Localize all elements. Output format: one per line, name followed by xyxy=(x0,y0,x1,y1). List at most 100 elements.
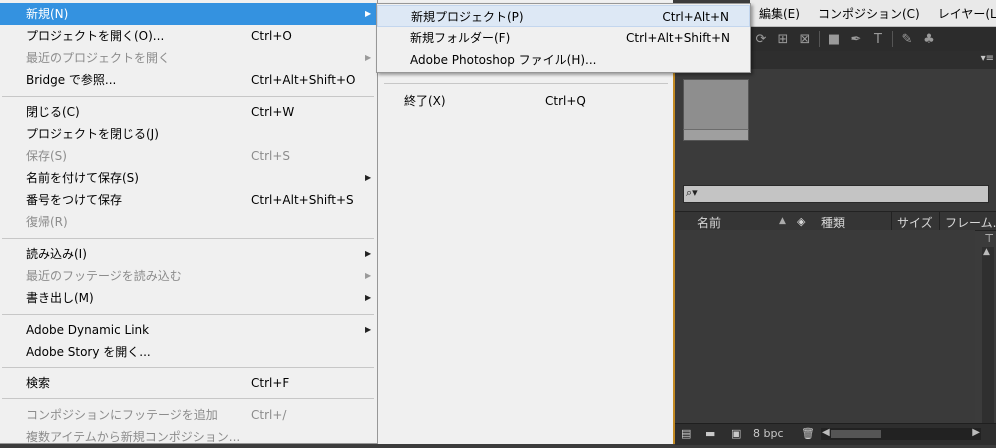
menu-item-shortcut: Ctrl+Alt+Shift+S xyxy=(251,193,354,207)
project-search-input[interactable]: ⌕▾ xyxy=(683,185,989,203)
interpret-footage-icon[interactable]: ▤ xyxy=(681,427,691,440)
menu-item-open-recent-project[interactable]: 最近のプロジェクトを開く ▶ xyxy=(0,47,376,69)
menu-item-shortcut: Ctrl+F xyxy=(251,376,290,390)
project-item-list[interactable] xyxy=(675,230,975,422)
pan-icon[interactable]: ⊠ xyxy=(794,32,816,47)
menu-item-label: 新規プロジェクト(P) xyxy=(411,10,524,24)
panel-menu-icon[interactable]: ▾≡ xyxy=(981,53,994,64)
menu-edit[interactable]: 編集(E) xyxy=(750,5,809,22)
menu-item-browse-in-bridge[interactable]: Bridge で参照... Ctrl+Alt+Shift+O xyxy=(0,69,376,91)
text-icon[interactable]: T xyxy=(867,32,889,47)
menu-separator xyxy=(2,314,374,315)
new-folder-icon[interactable]: ▬ xyxy=(705,427,715,440)
menu-layer[interactable]: レイヤー(L) xyxy=(929,5,996,22)
column-frame[interactable]: フレーム... xyxy=(945,214,996,231)
menu-separator xyxy=(2,367,374,368)
camera-icon[interactable]: ⊞ xyxy=(772,32,794,47)
menu-item-label: 閉じる(C) xyxy=(26,105,80,119)
rotate-icon[interactable]: ⟳ xyxy=(750,32,772,47)
new-composition-icon[interactable]: ▣ xyxy=(731,427,741,440)
menu-item-add-footage-to-comp[interactable]: コンポジションにフッテージを追加 Ctrl+/ xyxy=(0,404,376,426)
pen-icon[interactable]: ✒ xyxy=(845,32,867,47)
column-divider[interactable] xyxy=(891,212,892,230)
bpc-label[interactable]: 8 bpc xyxy=(753,427,784,440)
menu-item-label: 保存(S) xyxy=(26,149,67,163)
menu-item-exit[interactable]: 終了(X) Ctrl+Q xyxy=(378,90,668,112)
submenu-arrow-icon: ▶ xyxy=(365,249,372,258)
new-submenu: 新規プロジェクト(P) Ctrl+Alt+N 新規フォルダー(F) Ctrl+A… xyxy=(376,3,751,73)
menu-item-label: Bridge で参照... xyxy=(26,73,117,87)
menu-item-label: 番号をつけて保存 xyxy=(26,193,123,207)
column-divider[interactable] xyxy=(939,212,940,230)
menu-item-new-photoshop-file[interactable]: Adobe Photoshop ファイル(H)... xyxy=(377,49,750,71)
menu-item-label: 最近のフッテージを読み込む xyxy=(26,269,182,283)
menu-item-label: 名前を付けて保存(S) xyxy=(26,171,139,185)
menu-item-save-as[interactable]: 名前を付けて保存(S) ▶ xyxy=(0,167,376,189)
menu-separator xyxy=(2,398,374,399)
menu-item-new-project[interactable]: 新規プロジェクト(P) Ctrl+Alt+N xyxy=(377,5,750,27)
horizontal-scrollbar[interactable]: ◀ ▶ xyxy=(821,427,981,440)
menu-item-new-folder[interactable]: 新規フォルダー(F) Ctrl+Alt+Shift+N xyxy=(377,27,750,49)
rectangle-icon[interactable]: ■ xyxy=(823,32,845,47)
scroll-left-icon[interactable]: ◀ xyxy=(822,427,830,438)
menu-item-new-comp-from-selection[interactable]: 複数アイテムから新規コンポジション... xyxy=(0,426,376,448)
brush-icon[interactable]: ✎ xyxy=(896,32,918,47)
menu-separator xyxy=(2,238,374,239)
stamp-icon[interactable]: ♣ xyxy=(918,32,940,47)
vertical-scrollbar[interactable]: ▲ xyxy=(982,247,994,423)
menu-item-open-project[interactable]: プロジェクトを開く(O)... Ctrl+O xyxy=(0,25,376,47)
menu-item-label: 読み込み(I) xyxy=(26,247,87,261)
menu-item-save[interactable]: 保存(S) Ctrl+S xyxy=(0,145,376,167)
menu-item-label: 検索 xyxy=(26,376,51,390)
submenu-arrow-icon: ▶ xyxy=(365,9,372,18)
menu-item-label: 複数アイテムから新規コンポジション... xyxy=(26,430,241,444)
menu-item-shortcut: Ctrl+W xyxy=(251,105,295,119)
menu-item-import[interactable]: 読み込み(I) ▶ xyxy=(0,243,376,265)
menu-item-label: Adobe Dynamic Link xyxy=(26,323,150,337)
menu-item-label: 復帰(R) xyxy=(26,215,68,229)
menu-item-label: コンポジションにフッテージを追加 xyxy=(26,408,218,422)
scroll-up-icon[interactable]: ▲ xyxy=(983,247,990,257)
menu-separator xyxy=(384,83,668,84)
menu-item-revert[interactable]: 復帰(R) xyxy=(0,211,376,233)
menu-item-shortcut: Ctrl+S xyxy=(251,149,291,163)
menu-item-label: プロジェクトを閉じる(J) xyxy=(26,127,159,141)
tag-icon[interactable]: ◈ xyxy=(797,215,805,228)
project-panel: ▾≡ ⌕▾ 名前 ▲ ◈ 種類 サイズ フレーム... ⊤ ▲ ▤ ▬ ▣ 8 … xyxy=(673,51,996,445)
menu-item-shortcut: Ctrl+Alt+Shift+N xyxy=(625,31,730,45)
sort-arrow-icon[interactable]: ▲ xyxy=(779,216,786,226)
column-name[interactable]: 名前 xyxy=(697,214,721,231)
menu-item-shortcut: Ctrl+/ xyxy=(251,408,287,422)
menu-item-label: Adobe Story を開く... xyxy=(26,345,151,359)
search-icon[interactable]: ⌕▾ xyxy=(686,186,698,200)
menu-separator xyxy=(2,96,374,97)
flowchart-icon[interactable]: ⊤ xyxy=(984,232,994,245)
menu-item-close-project[interactable]: プロジェクトを閉じる(J) xyxy=(0,123,376,145)
menu-item-export[interactable]: 書き出し(M) ▶ xyxy=(0,287,376,309)
menu-item-shortcut: Ctrl+O xyxy=(251,29,292,43)
scrollbar-thumb[interactable] xyxy=(831,430,881,438)
menu-item-label: 新規(N) xyxy=(26,7,69,21)
menu-item-close[interactable]: 閉じる(C) Ctrl+W xyxy=(0,101,376,123)
menu-item-find[interactable]: 検索 Ctrl+F xyxy=(0,372,376,394)
column-size[interactable]: サイズ xyxy=(897,214,933,231)
menu-item-import-recent-footage[interactable]: 最近のフッテージを読み込む ▶ xyxy=(0,265,376,287)
menu-item-new[interactable]: 新規(N) ▶ xyxy=(0,3,376,25)
menu-item-open-adobe-story[interactable]: Adobe Story を開く... xyxy=(0,341,376,363)
menu-item-adobe-dynamic-link[interactable]: Adobe Dynamic Link ▶ xyxy=(0,319,376,341)
menu-item-increment-and-save[interactable]: 番号をつけて保存 Ctrl+Alt+Shift+S xyxy=(0,189,376,211)
file-menu: 新規(N) ▶ プロジェクトを開く(O)... Ctrl+O 最近のプロジェクト… xyxy=(0,0,378,444)
menu-item-label: 書き出し(M) xyxy=(26,291,94,305)
submenu-arrow-icon: ▶ xyxy=(365,325,372,334)
menu-item-shortcut: Ctrl+Q xyxy=(545,94,586,108)
menu-composition[interactable]: コンポジション(C) xyxy=(809,5,929,22)
project-footer: ▤ ▬ ▣ 8 bpc 🗑 ◀ ▶ xyxy=(675,423,996,445)
toolbar-divider xyxy=(819,31,820,47)
scroll-right-icon[interactable]: ▶ xyxy=(972,427,980,438)
app-menubar: 編集(E) コンポジション(C) レイヤー(L) xyxy=(750,0,996,27)
menu-item-shortcut: Ctrl+Alt+N xyxy=(662,10,729,24)
menu-item-label: 終了(X) xyxy=(404,94,446,108)
menu-item-label: プロジェクトを開く(O)... xyxy=(26,29,165,43)
trash-icon[interactable]: 🗑 xyxy=(801,427,815,440)
column-type[interactable]: 種類 xyxy=(821,214,845,231)
